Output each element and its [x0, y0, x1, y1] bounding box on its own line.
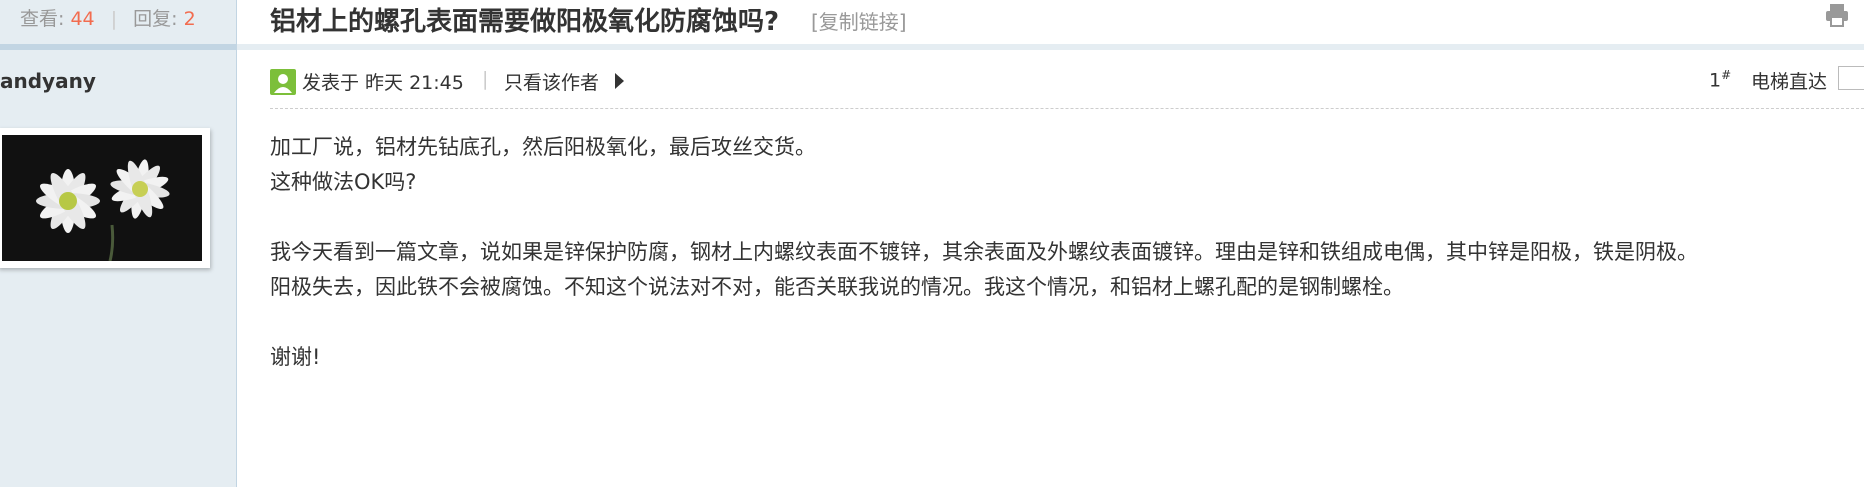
- triangle-right-icon[interactable]: [615, 73, 624, 89]
- post-line: 阳极失去，因此铁不会被腐蚀。不知这个说法对不对，能否关联我说的情况。我这个情况，…: [270, 275, 1404, 299]
- print-icon[interactable]: [1824, 2, 1850, 32]
- sidebar-divider: [0, 44, 236, 50]
- replies-count: 2: [183, 8, 196, 30]
- post-line: 我今天看到一篇文章，说如果是锌保护防腐，钢材上内螺纹表面不镀锌，其余表面及外螺纹…: [270, 240, 1698, 264]
- online-status-icon: [270, 69, 296, 95]
- floor-number: 1#: [1709, 68, 1731, 91]
- jump-to-floor-label: 电梯直达: [1751, 71, 1828, 93]
- post-line: 这种做法OK吗?: [270, 170, 417, 194]
- thread-stats: 查看: 44 | 回复: 2: [20, 4, 196, 31]
- thread-header: 铝材上的螺孔表面需要做阳极氧化防腐蚀吗? [复制链接]: [237, 0, 1864, 44]
- replies-label: 回复:: [133, 8, 178, 30]
- post-line: 谢谢!: [270, 345, 321, 369]
- meta-dashed-divider: [270, 108, 1864, 109]
- avatar-daisy-image: [2, 135, 202, 261]
- user-sidebar: 查看: 44 | 回复: 2 andyany: [0, 0, 237, 487]
- thread-title: 铝材上的螺孔表面需要做阳极氧化防腐蚀吗?: [270, 7, 780, 37]
- only-author-link[interactable]: 只看该作者: [504, 68, 599, 95]
- floor-value: 1: [1709, 69, 1722, 92]
- avatar[interactable]: [0, 128, 210, 268]
- meta-divider: |: [482, 68, 489, 90]
- copy-link-button[interactable]: [复制链接]: [811, 6, 907, 35]
- stats-divider: |: [110, 8, 118, 30]
- views-count: 44: [70, 8, 95, 30]
- author-name[interactable]: andyany: [0, 69, 96, 93]
- jump-to-floor-input[interactable]: [1838, 66, 1864, 90]
- floor-mark: #: [1721, 68, 1732, 82]
- views-label: 查看:: [20, 8, 65, 30]
- post-line: 加工厂说，铝材先钻底孔，然后阳极氧化，最后攻丝交货。: [270, 135, 816, 159]
- header-divider: [237, 44, 1864, 50]
- post-content: 加工厂说，铝材先钻底孔，然后阳极氧化，最后攻丝交货。 这种做法OK吗? 我今天看…: [270, 130, 1698, 375]
- post-timestamp: 发表于 昨天 21:45: [302, 72, 464, 94]
